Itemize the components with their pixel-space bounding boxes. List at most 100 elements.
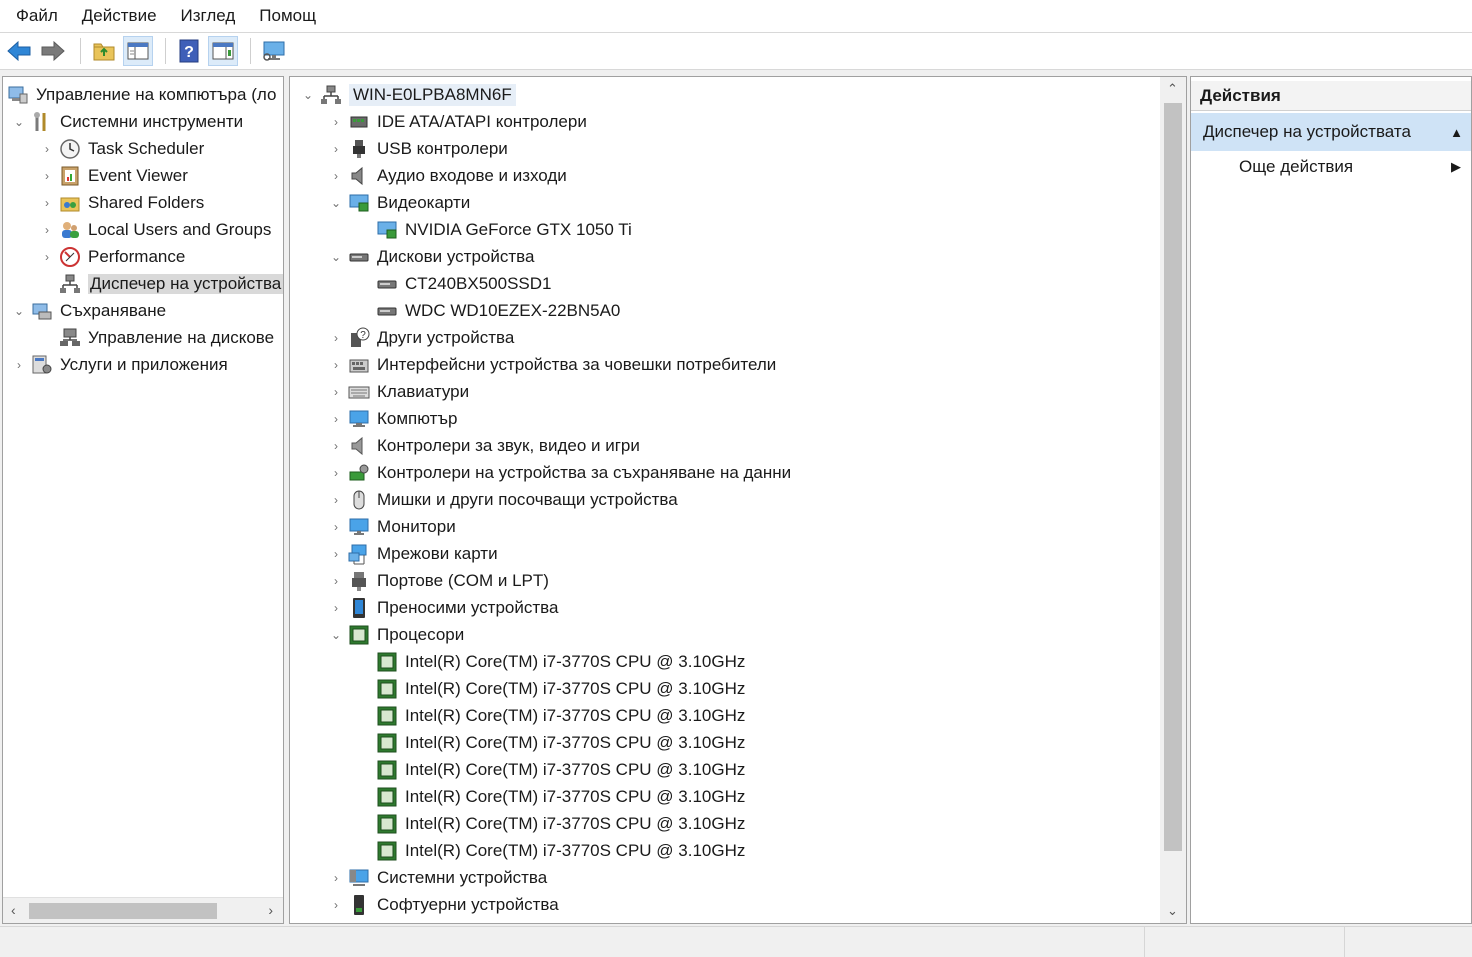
menu-file[interactable]: Файл (4, 0, 70, 32)
chevron-right-icon[interactable]: › (328, 438, 344, 454)
chevron-right-icon[interactable]: › (39, 168, 55, 184)
device-item[interactable]: Intel(R) Core(TM) i7-3770S CPU @ 3.10GHz (356, 648, 745, 675)
chevron-right-icon[interactable]: › (328, 330, 344, 346)
menu-view[interactable]: Изглед (169, 0, 248, 32)
chevron-down-icon[interactable]: ⌄ (328, 195, 344, 211)
tree-item-disk-management[interactable]: Управление на дискове (39, 324, 274, 351)
device-category[interactable]: › IDE ATA/ATAPI контролери (328, 108, 587, 135)
chevron-right-icon[interactable]: › (11, 357, 27, 373)
device-category[interactable]: › Системни устройства (328, 864, 547, 891)
chevron-right-icon[interactable]: › (39, 249, 55, 265)
actions-section-device-manager[interactable]: Диспечер на устройствата ▲ (1191, 113, 1471, 151)
scroll-up-icon[interactable]: ⌃ (1167, 81, 1178, 97)
device-category[interactable]: ⌄ Дискови устройства (328, 243, 534, 270)
device-category[interactable]: ⌄ Видеокарти (328, 189, 470, 216)
tree-item-computer-root[interactable]: ⌄ WIN-E0LPBA8MN6F (300, 81, 516, 108)
device-category[interactable]: › Клавиатури (328, 378, 469, 405)
device-item[interactable]: CT240BX500SSD1 (356, 270, 551, 297)
processor-icon (376, 759, 398, 781)
device-item[interactable]: Intel(R) Core(TM) i7-3770S CPU @ 3.10GHz (356, 810, 745, 837)
chevron-right-icon[interactable]: › (328, 141, 344, 157)
device-item[interactable]: Intel(R) Core(TM) i7-3770S CPU @ 3.10GHz (356, 756, 745, 783)
device-item[interactable]: Intel(R) Core(TM) i7-3770S CPU @ 3.10GHz (356, 675, 745, 702)
device-item[interactable]: Intel(R) Core(TM) i7-3770S CPU @ 3.10GHz (356, 729, 745, 756)
device-category[interactable]: › Контролери на устройства за съхраняване… (328, 459, 791, 486)
scan-hardware-button[interactable] (259, 36, 289, 66)
device-category[interactable]: › Преносими устройства (328, 594, 558, 621)
chevron-right-icon[interactable]: › (328, 357, 344, 373)
chevron-right-icon[interactable]: › (328, 411, 344, 427)
display-adapter-icon (376, 219, 398, 241)
tree-item-local-users[interactable]: › Local Users and Groups (39, 216, 271, 243)
tree-item-task-scheduler[interactable]: › Task Scheduler (39, 135, 204, 162)
tree-item-event-viewer[interactable]: › Event Viewer (39, 162, 188, 189)
menu-help[interactable]: Помощ (247, 0, 328, 32)
device-item[interactable]: Intel(R) Core(TM) i7-3770S CPU @ 3.10GHz (356, 783, 745, 810)
properties-button[interactable] (208, 36, 238, 66)
device-category[interactable]: › Мишки и други посочващи устройства (328, 486, 678, 513)
chevron-down-icon[interactable]: ⌄ (328, 627, 344, 643)
chevron-right-icon[interactable]: › (328, 546, 344, 562)
horizontal-scrollbar[interactable]: ‹ › (3, 897, 283, 923)
chevron-down-icon[interactable]: ⌄ (11, 303, 27, 319)
tree-item-storage[interactable]: ⌄ Съхраняване (11, 297, 166, 324)
actions-header: Действия (1191, 81, 1471, 111)
device-category[interactable]: › Аудио входове и изходи (328, 162, 567, 189)
device-item[interactable]: NVIDIA GeForce GTX 1050 Ti (356, 216, 632, 243)
show-hide-tree-button[interactable] (123, 36, 153, 66)
submenu-arrow-icon[interactable]: ▶ (1451, 159, 1461, 175)
tree-item-shared-folders[interactable]: › Shared Folders (39, 189, 204, 216)
scroll-right-icon[interactable]: › (268, 902, 273, 918)
device-category[interactable]: › Софтуерни устройства (328, 891, 559, 918)
chevron-right-icon[interactable]: › (39, 141, 55, 157)
more-actions-item[interactable]: Още действия (1239, 157, 1353, 177)
device-label: Intel(R) Core(TM) i7-3770S CPU @ 3.10GHz (405, 813, 746, 833)
chevron-right-icon[interactable]: › (39, 222, 55, 238)
forward-arrow-icon (41, 40, 65, 62)
chevron-down-icon[interactable]: ⌄ (11, 114, 27, 130)
chevron-right-icon[interactable]: › (39, 195, 55, 211)
device-category[interactable]: › Портове (COM и LPT) (328, 567, 549, 594)
help-button[interactable]: ? (174, 36, 204, 66)
tree-item-computer-management[interactable]: Управление на компютъра (ло (7, 81, 276, 108)
tree-item-system-tools[interactable]: ⌄ Системни инструменти (11, 108, 243, 135)
device-category[interactable]: ⌄ Процесори (328, 621, 464, 648)
device-category[interactable]: › USB контролери (328, 135, 508, 162)
device-item[interactable]: Intel(R) Core(TM) i7-3770S CPU @ 3.10GHz (356, 702, 745, 729)
collapse-up-icon[interactable]: ▲ (1450, 125, 1463, 140)
device-item[interactable]: WDC WD10EZEX-22BN5A0 (356, 297, 620, 324)
tree-item-device-manager[interactable]: Диспечер на устройства (39, 270, 283, 297)
device-category[interactable]: › Мрежови карти (328, 540, 498, 567)
chevron-right-icon[interactable]: › (328, 519, 344, 535)
device-label: Системни устройства (377, 867, 548, 887)
chevron-right-icon[interactable]: › (328, 114, 344, 130)
chevron-right-icon[interactable]: › (328, 492, 344, 508)
device-item[interactable]: Intel(R) Core(TM) i7-3770S CPU @ 3.10GHz (356, 837, 745, 864)
device-category[interactable]: ›? Други устройства (328, 324, 514, 351)
chevron-right-icon[interactable]: › (328, 870, 344, 886)
chevron-right-icon[interactable]: › (328, 168, 344, 184)
up-button[interactable] (89, 36, 119, 66)
scroll-thumb[interactable] (29, 903, 217, 919)
scroll-down-icon[interactable]: ⌄ (1167, 903, 1178, 919)
device-label: Контролери за звук, видео и игри (377, 435, 640, 455)
forward-button[interactable] (38, 36, 68, 66)
device-category[interactable]: › Компютър (328, 405, 458, 432)
tree-item-services[interactable]: › Услуги и приложения (11, 351, 228, 378)
chevron-right-icon[interactable]: › (328, 384, 344, 400)
chevron-right-icon[interactable]: › (328, 465, 344, 481)
scroll-left-icon[interactable]: ‹ (11, 902, 16, 918)
chevron-down-icon[interactable]: ⌄ (328, 249, 344, 265)
menu-action[interactable]: Действие (70, 0, 169, 32)
chevron-right-icon[interactable]: › (328, 600, 344, 616)
back-button[interactable] (4, 36, 34, 66)
device-category[interactable]: › Монитори (328, 513, 456, 540)
scroll-thumb[interactable] (1164, 103, 1182, 851)
tree-item-performance[interactable]: › Performance (39, 243, 185, 270)
vertical-scrollbar[interactable]: ⌃ ⌄ (1160, 77, 1186, 923)
device-category[interactable]: › Интерфейсни устройства за човешки потре… (328, 351, 776, 378)
chevron-right-icon[interactable]: › (328, 897, 344, 913)
device-category[interactable]: › Контролери за звук, видео и игри (328, 432, 640, 459)
chevron-right-icon[interactable]: › (328, 573, 344, 589)
chevron-down-icon[interactable]: ⌄ (300, 87, 316, 103)
